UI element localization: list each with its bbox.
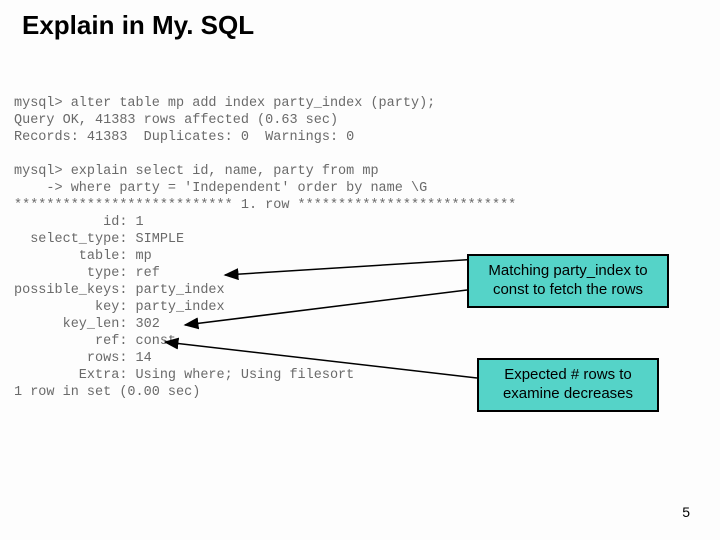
terminal-line: mysql> alter table mp add index party_in… bbox=[14, 96, 435, 111]
terminal-line: -> where party = 'Independent' order by … bbox=[14, 181, 427, 196]
terminal-line: id: 1 bbox=[14, 215, 144, 230]
callout-matching-index: Matching party_index to const to fetch t… bbox=[467, 254, 669, 308]
callout-text: examine decreases bbox=[503, 385, 633, 402]
callout-text: Matching party_index to bbox=[488, 262, 647, 279]
page-number: 5 bbox=[682, 504, 690, 520]
terminal-line: Query OK, 41383 rows affected (0.63 sec) bbox=[14, 113, 338, 128]
terminal-line: type: ref bbox=[14, 266, 160, 281]
terminal-line: mysql> explain select id, name, party fr… bbox=[14, 164, 379, 179]
callout-text: const to fetch the rows bbox=[493, 281, 643, 298]
terminal-line: 1 row in set (0.00 sec) bbox=[14, 385, 200, 400]
terminal-line: rows: 14 bbox=[14, 351, 152, 366]
terminal-line: *************************** 1. row *****… bbox=[14, 198, 516, 213]
terminal-line: select_type: SIMPLE bbox=[14, 232, 184, 247]
terminal-line: Extra: Using where; Using filesort bbox=[14, 368, 354, 383]
terminal-line: key_len: 302 bbox=[14, 317, 160, 332]
callout-expected-rows: Expected # rows to examine decreases bbox=[477, 358, 659, 412]
terminal-line: possible_keys: party_index bbox=[14, 283, 225, 298]
callout-text: Expected # rows to bbox=[504, 366, 632, 383]
terminal-line: Records: 41383 Duplicates: 0 Warnings: 0 bbox=[14, 130, 354, 145]
terminal-line: ref: const bbox=[14, 334, 176, 349]
terminal-line: key: party_index bbox=[14, 300, 225, 315]
terminal-output: mysql> alter table mp add index party_in… bbox=[14, 78, 516, 401]
terminal-line: table: mp bbox=[14, 249, 152, 264]
slide-title: Explain in My. SQL bbox=[22, 10, 254, 41]
